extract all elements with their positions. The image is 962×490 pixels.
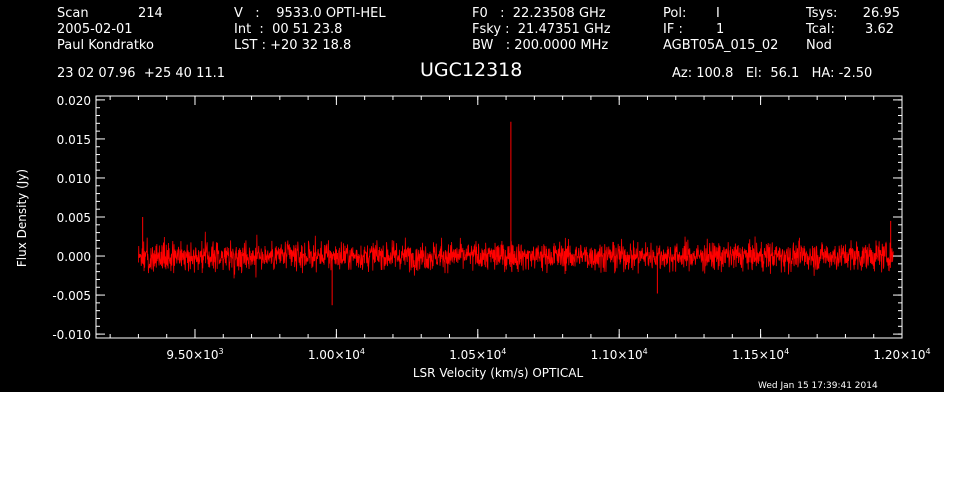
x-tick-label: 1.00×104 [308, 347, 365, 362]
y-tick-label: -0.010 [52, 328, 91, 342]
x-tick-mantissa: 1.15×10 [732, 348, 784, 362]
x-tick-label: 1.05×104 [449, 347, 506, 362]
x-tick-mantissa: 1.10×10 [591, 348, 643, 362]
x-tick-mantissa: 9.50×10 [166, 348, 218, 362]
plot-timestamp: Wed Jan 15 17:39:41 2014 [758, 381, 878, 391]
x-tick-exponent: 4 [784, 347, 789, 356]
x-tick-exponent: 4 [360, 347, 365, 356]
x-tick-exponent: 4 [501, 347, 506, 356]
x-tick-mantissa: 1.00×10 [308, 348, 360, 362]
x-tick-label: 9.50×103 [166, 347, 223, 362]
x-tick-label: 1.15×104 [732, 347, 789, 362]
y-axis-label: Flux Density (Jy) [15, 169, 29, 267]
spectrum-series-0 [138, 231, 894, 279]
x-axis-label: LSR Velocity (km/s) OPTICAL [413, 366, 584, 380]
spectrum-panel: Scan 214 2005-02-01 Paul Kondratko V : 9… [0, 0, 944, 392]
x-tick-label: 1.10×104 [591, 347, 648, 362]
y-tick-label: 0.015 [57, 133, 91, 147]
x-tick-label: 1.20×104 [873, 347, 930, 362]
plot-frame [95, 95, 903, 339]
y-tick-label: 0.000 [57, 250, 91, 264]
y-tick-label: 0.010 [57, 172, 91, 186]
y-tick-label: -0.005 [52, 289, 91, 303]
x-tick-exponent: 3 [218, 347, 223, 356]
x-tick-mantissa: 1.20×10 [873, 348, 925, 362]
x-tick-exponent: 4 [643, 347, 648, 356]
spectrum-chart: Flux Density (Jy) LSR Velocity (km/s) OP… [15, 94, 931, 380]
x-tick-mantissa: 1.05×10 [449, 348, 501, 362]
y-tick-label: 0.020 [57, 94, 91, 108]
x-tick-exponent: 4 [925, 347, 930, 356]
y-tick-label: 0.005 [57, 211, 91, 225]
